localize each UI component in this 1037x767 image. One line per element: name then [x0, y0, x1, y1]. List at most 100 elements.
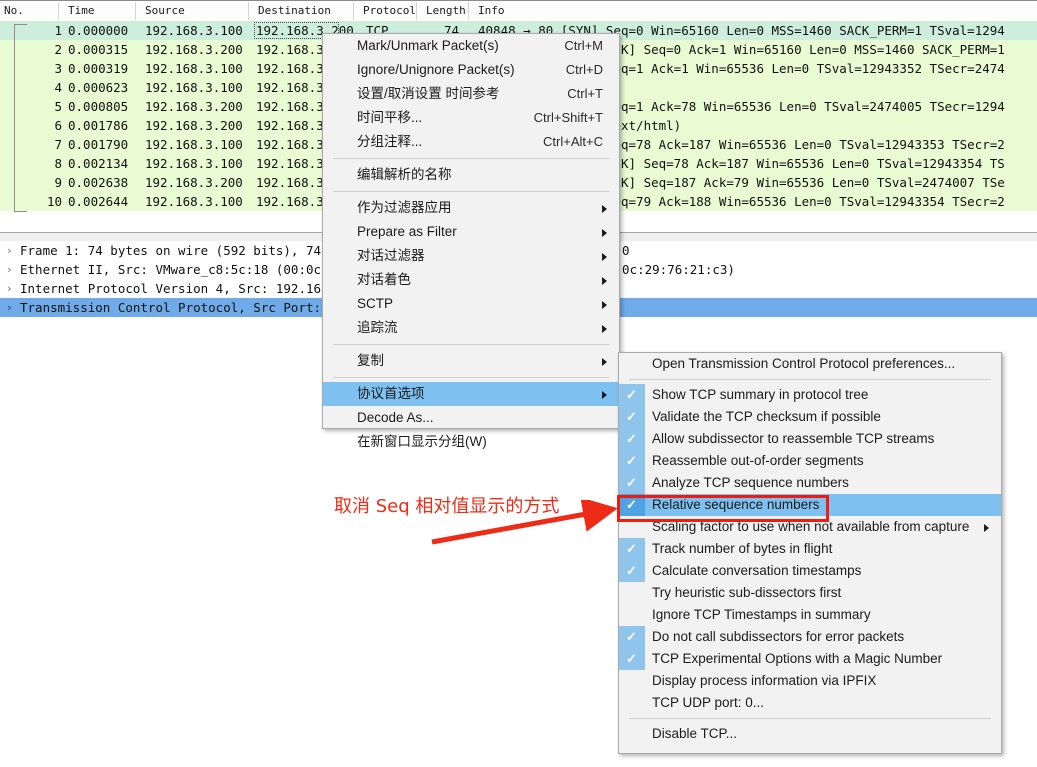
- preference-menu-item[interactable]: ✓ TCP Experimental Options with a Magic N…: [619, 648, 1001, 670]
- column-header-info[interactable]: Info: [478, 4, 505, 17]
- packet-cell-source: 192.168.3.200: [145, 42, 243, 57]
- menu-item-label: 对话着色: [357, 272, 411, 287]
- context-menu-item[interactable]: 作为过滤器应用: [323, 196, 619, 220]
- preference-menu-item-label: Do not call subdissectors for error pack…: [652, 629, 905, 644]
- menu-item-label: 分组注释...: [357, 134, 423, 149]
- menu-item-label: 在新窗口显示分组(W): [357, 434, 487, 449]
- checkbox[interactable]: [619, 670, 645, 692]
- chevron-right-icon[interactable]: ›: [6, 260, 13, 279]
- preference-menu-item-label: Reassemble out-of-order segments: [652, 453, 864, 468]
- preference-menu-item[interactable]: ✓ Do not call subdissectors for error pac…: [619, 626, 1001, 648]
- packet-cell-source: 192.168.3.100: [145, 137, 243, 152]
- menu-separator: [333, 191, 609, 192]
- context-menu-item[interactable]: 设置/取消设置 时间参考 Ctrl+T: [323, 82, 619, 106]
- preference-menu-item[interactable]: Ignore TCP Timestamps in summary: [619, 604, 1001, 626]
- column-divider[interactable]: [416, 2, 417, 20]
- column-header-source[interactable]: Source: [145, 4, 185, 17]
- column-header-time[interactable]: Time: [68, 4, 95, 17]
- protocol-preferences-submenu[interactable]: Open Transmission Control Protocol prefe…: [618, 352, 1002, 754]
- column-divider[interactable]: [248, 2, 249, 20]
- packet-cell-time: 0.000805: [68, 99, 129, 114]
- context-menu-item[interactable]: 复制: [323, 349, 619, 373]
- packet-cell-source: 192.168.3.100: [145, 61, 243, 76]
- preference-menu-item[interactable]: Display process information via IPFIX: [619, 670, 1001, 692]
- context-menu-item[interactable]: 对话着色: [323, 268, 619, 292]
- packet-cell-time: 0.002638: [68, 175, 129, 190]
- preference-menu-item[interactable]: TCP UDP port: 0...: [619, 692, 1001, 714]
- check-icon: ✓: [626, 409, 637, 424]
- preference-menu-item[interactable]: ✓ Reassemble out-of-order segments: [619, 450, 1001, 472]
- packet-context-menu[interactable]: Mark/Unmark Packet(s) Ctrl+M Ignore/Unigno…: [322, 33, 620, 449]
- preference-menu-item[interactable]: ✓ Calculate conversation timestamps: [619, 560, 1001, 582]
- packet-cell-time: 0.002644: [68, 194, 129, 209]
- menu-separator: [333, 344, 609, 345]
- column-header-no[interactable]: No.: [4, 4, 24, 17]
- context-menu-item[interactable]: Decode As...: [323, 406, 619, 430]
- packet-cell-time: 0.000315: [68, 42, 129, 57]
- chevron-right-icon: [602, 229, 607, 237]
- context-menu-item[interactable]: 协议首选项: [323, 382, 619, 406]
- context-menu-item[interactable]: 时间平移... Ctrl+Shift+T: [323, 106, 619, 130]
- checkbox[interactable]: [619, 692, 645, 714]
- checkbox[interactable]: [619, 604, 645, 626]
- packet-cell-no: 8: [54, 156, 62, 171]
- menu-separator: [333, 158, 609, 159]
- preference-menu-item[interactable]: ✓ Allow subdissector to reassemble TCP st…: [619, 428, 1001, 450]
- preference-menu-item-label: Display process information via IPFIX: [652, 673, 877, 688]
- check-icon: ✓: [626, 453, 637, 468]
- context-menu-item[interactable]: 在新窗口显示分组(W): [323, 430, 619, 454]
- context-menu-item[interactable]: Ignore/Unignore Packet(s) Ctrl+D: [323, 58, 619, 82]
- menu-item-label: Mark/Unmark Packet(s): [357, 38, 499, 53]
- menu-item-shortcut: Ctrl+Shift+T: [533, 110, 603, 125]
- preference-menu-item[interactable]: Open Transmission Control Protocol prefe…: [619, 353, 1001, 375]
- packet-cell-time: 0.000623: [68, 80, 129, 95]
- menu-item-label: Prepare as Filter: [357, 224, 457, 239]
- chevron-right-icon: [602, 205, 607, 213]
- check-icon: ✓: [626, 475, 637, 490]
- context-menu-item[interactable]: SCTP: [323, 292, 619, 316]
- context-menu-item[interactable]: 编辑解析的名称: [323, 163, 619, 187]
- checkbox[interactable]: [619, 723, 645, 745]
- packet-cell-no: 6: [54, 118, 62, 133]
- packet-cell-source: 192.168.3.200: [145, 175, 243, 190]
- menu-item-shortcut: Ctrl+M: [564, 38, 603, 53]
- chevron-right-icon[interactable]: ›: [6, 241, 13, 260]
- preference-menu-item[interactable]: ✓ Show TCP summary in protocol tree: [619, 384, 1001, 406]
- chevron-right-icon: [602, 301, 607, 309]
- packet-list-column-header[interactable]: No. Time Source Destination Protocol Length In…: [0, 0, 1037, 22]
- checkbox[interactable]: [619, 353, 645, 375]
- context-menu-item[interactable]: 追踪流: [323, 316, 619, 340]
- packet-cell-no: 4: [54, 80, 62, 95]
- chevron-right-icon: [602, 253, 607, 261]
- context-menu-item[interactable]: Prepare as Filter: [323, 220, 619, 244]
- column-header-length[interactable]: Length: [426, 4, 466, 17]
- preference-menu-item[interactable]: ✓ Validate the TCP checksum if possible: [619, 406, 1001, 428]
- column-header-destination[interactable]: Destination: [258, 4, 331, 17]
- column-divider[interactable]: [468, 2, 469, 20]
- preference-menu-item[interactable]: ✓ Analyze TCP sequence numbers: [619, 472, 1001, 494]
- context-menu-item[interactable]: 分组注释... Ctrl+Alt+C: [323, 130, 619, 154]
- context-menu-item[interactable]: Mark/Unmark Packet(s) Ctrl+M: [323, 34, 619, 58]
- menu-separator: [629, 718, 991, 719]
- column-divider[interactable]: [58, 2, 59, 20]
- preference-menu-item-label: Analyze TCP sequence numbers: [652, 475, 849, 490]
- column-divider[interactable]: [353, 2, 354, 20]
- column-header-protocol[interactable]: Protocol: [363, 4, 416, 17]
- preference-menu-item-label: Validate the TCP checksum if possible: [652, 409, 881, 424]
- checkbox[interactable]: [619, 582, 645, 604]
- menu-item-label: 对话过滤器: [357, 248, 425, 263]
- preference-menu-item[interactable]: ✓ Track number of bytes in flight: [619, 538, 1001, 560]
- packet-cell-source: 192.168.3.200: [145, 99, 243, 114]
- preference-menu-item-label: Try heuristic sub-dissectors first: [652, 585, 842, 600]
- chevron-right-icon[interactable]: ›: [6, 279, 13, 298]
- column-divider[interactable]: [135, 2, 136, 20]
- menu-item-shortcut: Ctrl+T: [567, 86, 603, 101]
- check-icon: ✓: [626, 431, 637, 446]
- preference-menu-item[interactable]: Try heuristic sub-dissectors first: [619, 582, 1001, 604]
- packet-cell-no: 3: [54, 61, 62, 76]
- context-menu-item[interactable]: 对话过滤器: [323, 244, 619, 268]
- chevron-right-icon[interactable]: ›: [6, 298, 13, 317]
- preference-menu-item-label: TCP UDP port: 0...: [652, 695, 765, 710]
- preference-menu-item[interactable]: Disable TCP...: [619, 723, 1001, 745]
- annotation-highlight-box: [617, 495, 829, 522]
